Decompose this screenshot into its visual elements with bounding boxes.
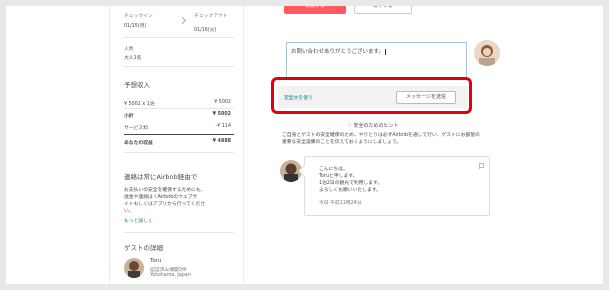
notice-body: い。 xyxy=(124,209,134,214)
income-row-value: ¥ 5002 xyxy=(214,100,231,105)
message-thread: 承認する 却下する お問い合わせありがとうございます。 定型文を使う メッセージ… xyxy=(268,6,603,284)
message-timestamp: 今日 午前11時24分 xyxy=(319,201,362,206)
safety-tips-line: ご自身とゲストの安全確保のため、やりとりは必ずAirbnbを通して行い、ゲストに… xyxy=(282,133,480,138)
message-bubble: こんにちは。 Toruと申します。 1泊2日の観光で利用します。 よろしくお願い… xyxy=(298,156,490,216)
checkout-date: 01/16(火) xyxy=(194,28,217,33)
chevron-right-icon xyxy=(178,16,187,25)
message-input-text: お問い合わせありがとうございます。 xyxy=(291,49,384,55)
guests-value: 大人1名 xyxy=(124,56,142,61)
income-row-label: サービス料 xyxy=(124,126,148,131)
message-line: よろしくお願いいたします。 xyxy=(319,188,381,193)
divider xyxy=(124,66,234,67)
income-row-value: -¥ 114 xyxy=(215,124,231,129)
text-cursor xyxy=(384,48,386,55)
guest-name[interactable]: Toru xyxy=(150,258,162,264)
divider xyxy=(124,232,234,233)
guest-details-title: ゲストの詳細 xyxy=(124,244,163,252)
safety-tips-title: ♡ 安全のためのヒント xyxy=(268,122,478,129)
income-row-value: ¥ 4888 xyxy=(212,139,231,144)
guest-location: Yokohama, Japan xyxy=(150,273,191,278)
message-input[interactable]: お問い合わせありがとうございます。 xyxy=(286,42,467,80)
divider xyxy=(124,37,234,38)
income-row-label: 小計 xyxy=(124,114,134,119)
message-line: 1泊2日の観光で利用します。 xyxy=(319,181,383,186)
shield-icon: ♡ xyxy=(347,123,352,129)
stay-dates: チェックイン 01/15(月) チェックアウト 01/16(火) xyxy=(124,12,234,36)
app-frame: チェックイン 01/15(月) チェックアウト 01/16(火) 人数 大人1名… xyxy=(6,6,603,284)
safety-tips-label: 安全のためのヒント xyxy=(353,123,399,129)
message-line: こんにちは。 xyxy=(319,167,348,172)
flag-icon[interactable] xyxy=(479,163,484,169)
safety-tips-line: 重要な安全設備のことを伝えておくようにしましょう。 xyxy=(282,140,402,145)
guests-label: 人数 xyxy=(124,47,134,52)
message-line: Toruと申します。 xyxy=(319,174,358,179)
reservation-sidebar: チェックイン 01/15(月) チェックアウト 01/16(火) 人数 大人1名… xyxy=(109,6,244,284)
income-row-label: あなたの収益 xyxy=(124,141,153,146)
guest-avatar[interactable] xyxy=(124,258,144,278)
notice-body: 送金や連絡はゞAirbnbのウェブサ xyxy=(124,195,198,200)
checkin-date: 01/15(月) xyxy=(124,24,147,29)
income-row-label: ¥ 5002 x 1泊 xyxy=(124,102,155,107)
host-avatar xyxy=(474,40,500,66)
highlight-annotation xyxy=(271,77,472,114)
notice-body: イトもしくはアプリから行ってくださ xyxy=(124,202,206,207)
learn-more-link[interactable]: もっと詳しく xyxy=(124,217,153,224)
checkout-label: チェックアウト xyxy=(194,14,228,19)
guest-verifications: 認証済み課題3件 xyxy=(150,268,187,273)
safety-tips-body: ご自身とゲストの安全確保のため、やりとりは必ずAirbnbを通して行い、ゲストに… xyxy=(282,132,582,146)
checkin-label: チェックイン xyxy=(124,14,153,19)
accept-button[interactable]: 承認する xyxy=(284,6,346,14)
divider xyxy=(124,108,234,109)
notice-title: 連絡は常にAirbnb経由で xyxy=(124,173,198,181)
income-row-value: ¥ 5002 xyxy=(212,112,231,117)
divider xyxy=(124,152,234,153)
decline-button[interactable]: 却下する xyxy=(354,6,412,14)
income-title: 予想収入 xyxy=(124,81,150,89)
notice-body: お支払いの安全を確保するためにも、 xyxy=(124,188,206,193)
divider xyxy=(124,134,234,135)
